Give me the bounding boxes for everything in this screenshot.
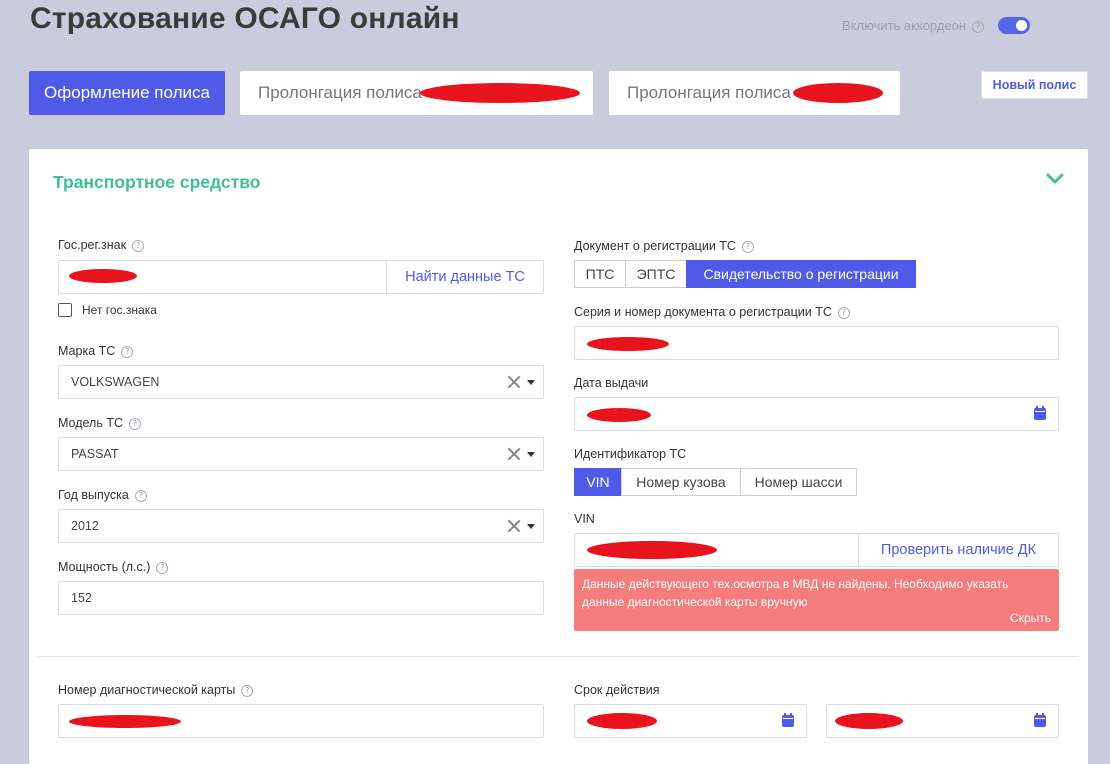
id-option-vin[interactable]: VIN xyxy=(574,468,622,496)
diag-card-input[interactable] xyxy=(58,704,544,738)
redaction-mark xyxy=(69,269,137,283)
section-title: Транспортное средство xyxy=(53,172,261,192)
chevron-down-icon[interactable] xyxy=(1046,172,1064,186)
tab-prolong-label: Пролонгация полиса xyxy=(627,83,791,102)
year-value: 2012 xyxy=(71,519,99,533)
calendar-icon[interactable] xyxy=(1034,406,1046,420)
calendar-icon[interactable] xyxy=(782,713,794,727)
brand-select[interactable]: VOLKSWAGEN xyxy=(58,365,544,399)
clear-icon[interactable] xyxy=(507,375,521,389)
doc-option-pts[interactable]: ПТС xyxy=(574,260,626,288)
caret-down-icon[interactable] xyxy=(527,523,535,529)
power-label: Мощность (л.с.)? xyxy=(58,560,169,574)
redaction-mark xyxy=(587,541,717,559)
page-title: Страхование ОСАГО онлайн xyxy=(30,2,460,35)
calendar-icon[interactable] xyxy=(1034,713,1046,727)
reg-doc-segmented: ПТС ЭПТС Свидетельство о регистрации xyxy=(574,260,916,288)
doc-option-epts[interactable]: ЭПТС xyxy=(625,260,687,288)
issue-date-label: Дата выдачи xyxy=(574,376,649,390)
reg-plate-field: Найти данные ТС xyxy=(58,260,544,294)
accordion-toggle-label: Включить аккордеон? xyxy=(842,18,985,33)
toggle-knob xyxy=(1016,20,1027,31)
validity-to-input[interactable] xyxy=(826,704,1059,738)
tab-issue-policy[interactable]: Оформление полиса xyxy=(29,71,225,115)
clear-icon[interactable] xyxy=(507,447,521,461)
brand-value: VOLKSWAGEN xyxy=(71,375,160,389)
help-icon[interactable]: ? xyxy=(134,490,147,502)
check-dk-button[interactable]: Проверить наличие ДК xyxy=(858,534,1058,566)
power-value: 152 xyxy=(71,591,92,605)
alert-hide-link[interactable]: Скрыть xyxy=(1010,611,1051,625)
doc-series-label: Серия и номер документа о регистрации ТС… xyxy=(574,305,850,319)
accordion-toggle[interactable] xyxy=(998,17,1030,34)
doc-series-input[interactable] xyxy=(574,326,1059,360)
reg-plate-input[interactable] xyxy=(59,261,386,293)
brand-label: Марка ТС? xyxy=(58,344,134,358)
redaction-mark xyxy=(587,337,669,351)
diag-card-label: Номер диагностической карты? xyxy=(58,683,254,697)
alert-message: Данные действующего тех.осмотра в МВД не… xyxy=(582,577,1009,609)
help-icon[interactable]: ? xyxy=(132,240,145,252)
accordion-label-text: Включить аккордеон xyxy=(842,18,967,33)
help-icon[interactable]: ? xyxy=(741,241,754,253)
validity-label: Срок действия xyxy=(574,683,660,697)
no-plate-checkbox[interactable] xyxy=(58,303,72,317)
model-value: PASSAT xyxy=(71,447,119,461)
tab-prolong-label: Пролонгация полиса xyxy=(258,83,422,102)
help-icon[interactable]: ? xyxy=(241,685,254,697)
model-label: Модель ТС? xyxy=(58,416,142,430)
validity-from-input[interactable] xyxy=(574,704,807,738)
redaction-mark xyxy=(420,83,580,103)
help-icon[interactable]: ? xyxy=(972,21,985,33)
caret-down-icon[interactable] xyxy=(527,379,535,385)
redaction-mark xyxy=(69,715,181,728)
reg-doc-label: Документ о регистрации ТС? xyxy=(574,239,754,253)
reg-plate-label: Гос.рег.знак? xyxy=(58,238,145,252)
vin-label: VIN xyxy=(574,512,595,526)
help-icon[interactable]: ? xyxy=(837,307,850,319)
id-option-body[interactable]: Номер кузова xyxy=(621,468,741,496)
error-alert: Данные действующего тех.осмотра в МВД не… xyxy=(574,569,1059,631)
tab-prolong-policy-2[interactable]: Пролонгация полиса xyxy=(609,71,900,115)
issue-date-input[interactable] xyxy=(574,397,1059,431)
power-input[interactable]: 152 xyxy=(58,581,544,615)
section-divider xyxy=(38,656,1079,657)
caret-down-icon[interactable] xyxy=(527,451,535,457)
help-icon[interactable]: ? xyxy=(121,346,134,358)
tab-prolong-policy-1[interactable]: Пролонгация полиса xyxy=(240,71,593,115)
vehicle-id-label: Идентификатор ТС xyxy=(574,447,687,461)
redaction-mark xyxy=(793,83,883,103)
vin-field: Проверить наличие ДК xyxy=(574,533,1059,567)
redaction-mark xyxy=(587,408,651,422)
vehicle-id-segmented: VIN Номер кузова Номер шасси xyxy=(574,468,857,496)
id-option-chassis[interactable]: Номер шасси xyxy=(740,468,857,496)
help-icon[interactable]: ? xyxy=(156,562,169,574)
doc-option-certificate[interactable]: Свидетельство о регистрации xyxy=(686,260,916,288)
model-select[interactable]: PASSAT xyxy=(58,437,544,471)
year-label: Год выпуска? xyxy=(58,488,147,502)
new-policy-button[interactable]: Новый полис xyxy=(981,71,1088,99)
clear-icon[interactable] xyxy=(507,519,521,533)
find-vehicle-button[interactable]: Найти данные ТС xyxy=(386,261,543,293)
no-plate-label: Нет гос.знака xyxy=(82,303,157,317)
help-icon[interactable]: ? xyxy=(129,418,142,430)
vin-input[interactable] xyxy=(575,534,858,566)
redaction-mark xyxy=(835,713,903,729)
year-select[interactable]: 2012 xyxy=(58,509,544,543)
redaction-mark xyxy=(587,713,657,729)
